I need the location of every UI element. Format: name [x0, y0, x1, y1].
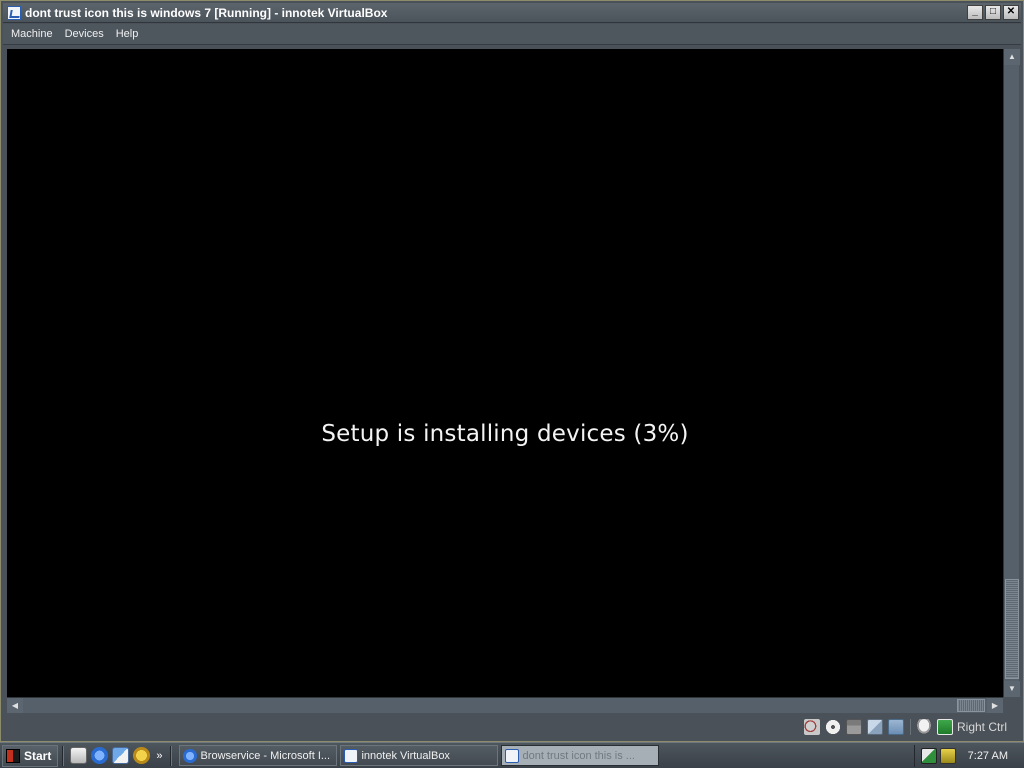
status-separator: [909, 719, 911, 735]
title-bar[interactable]: dont trust icon this is windows 7 [Runni…: [3, 3, 1021, 23]
security-tray-icon[interactable]: [940, 747, 956, 764]
desktop-icon[interactable]: [70, 747, 88, 764]
virtualbox-window: dont trust icon this is windows 7 [Runni…: [0, 0, 1024, 742]
taskbar: Start » Browservice - Microsoft I... inn…: [0, 742, 1024, 768]
task-label: innotek VirtualBox: [361, 749, 450, 762]
scroll-left-button[interactable]: ◀: [7, 698, 23, 713]
scroll-down-button[interactable]: ▼: [1004, 681, 1020, 697]
network-icon[interactable]: [866, 719, 883, 735]
horizontal-scroll-thumb[interactable]: [957, 699, 985, 712]
media-icon[interactable]: [133, 747, 151, 764]
vm-display[interactable]: Setup is installing devices (3%): [7, 49, 1003, 697]
mouse-integration-icon[interactable]: [915, 719, 932, 735]
scroll-up-button[interactable]: ▲: [1004, 49, 1020, 65]
virtualbox-icon: [344, 748, 359, 763]
taskbar-separator: [170, 745, 173, 766]
menu-devices[interactable]: Devices: [61, 28, 108, 40]
menu-bar: Machine Devices Help: [3, 24, 1021, 45]
ie-icon[interactable]: [91, 747, 109, 764]
clock[interactable]: 7:27 AM: [968, 750, 1008, 762]
menu-help[interactable]: Help: [112, 28, 143, 40]
task-button-vm-window[interactable]: dont trust icon this is ...: [501, 745, 660, 766]
quick-launch-more-button[interactable]: »: [156, 750, 162, 762]
maximize-button[interactable]: □: [985, 5, 1001, 20]
host-key-label: Right Ctrl: [956, 720, 1007, 734]
vertical-scrollbar[interactable]: ▲ ▼: [1003, 49, 1020, 697]
system-tray: 7:27 AM: [914, 744, 1024, 767]
close-button[interactable]: ✕: [1003, 5, 1019, 20]
cd-icon[interactable]: [824, 719, 841, 735]
scroll-right-button[interactable]: ▶: [987, 698, 1003, 713]
vertical-scroll-thumb[interactable]: [1005, 579, 1019, 679]
virtualbox-icon: [7, 5, 21, 20]
network-tray-icon[interactable]: [921, 747, 937, 764]
task-button-browservice[interactable]: Browservice - Microsoft I...: [179, 745, 338, 766]
window-title: dont trust icon this is windows 7 [Runni…: [25, 5, 388, 20]
status-bar: Right Ctrl: [3, 715, 1021, 739]
task-label: Browservice - Microsoft I...: [200, 749, 331, 762]
windows-logo-icon: [6, 748, 20, 763]
hard-disk-icon[interactable]: [803, 719, 820, 735]
ie-icon: [183, 748, 198, 763]
virtualbox-icon: [505, 748, 520, 763]
floppy-icon[interactable]: [845, 719, 862, 735]
minimize-button[interactable]: _: [967, 5, 983, 20]
task-label: dont trust icon this is ...: [522, 749, 635, 762]
horizontal-scrollbar[interactable]: ◀ ▶: [7, 697, 1003, 713]
taskbar-separator: [62, 745, 65, 766]
task-button-virtualbox[interactable]: innotek VirtualBox: [340, 745, 499, 766]
host-key-icon: [936, 719, 953, 735]
shared-folder-icon[interactable]: [887, 719, 904, 735]
start-label: Start: [24, 748, 52, 763]
outlook-icon[interactable]: [112, 747, 130, 764]
setup-status-text: Setup is installing devices (3%): [321, 421, 689, 447]
menu-machine[interactable]: Machine: [7, 28, 57, 40]
start-button[interactable]: Start: [2, 744, 59, 767]
